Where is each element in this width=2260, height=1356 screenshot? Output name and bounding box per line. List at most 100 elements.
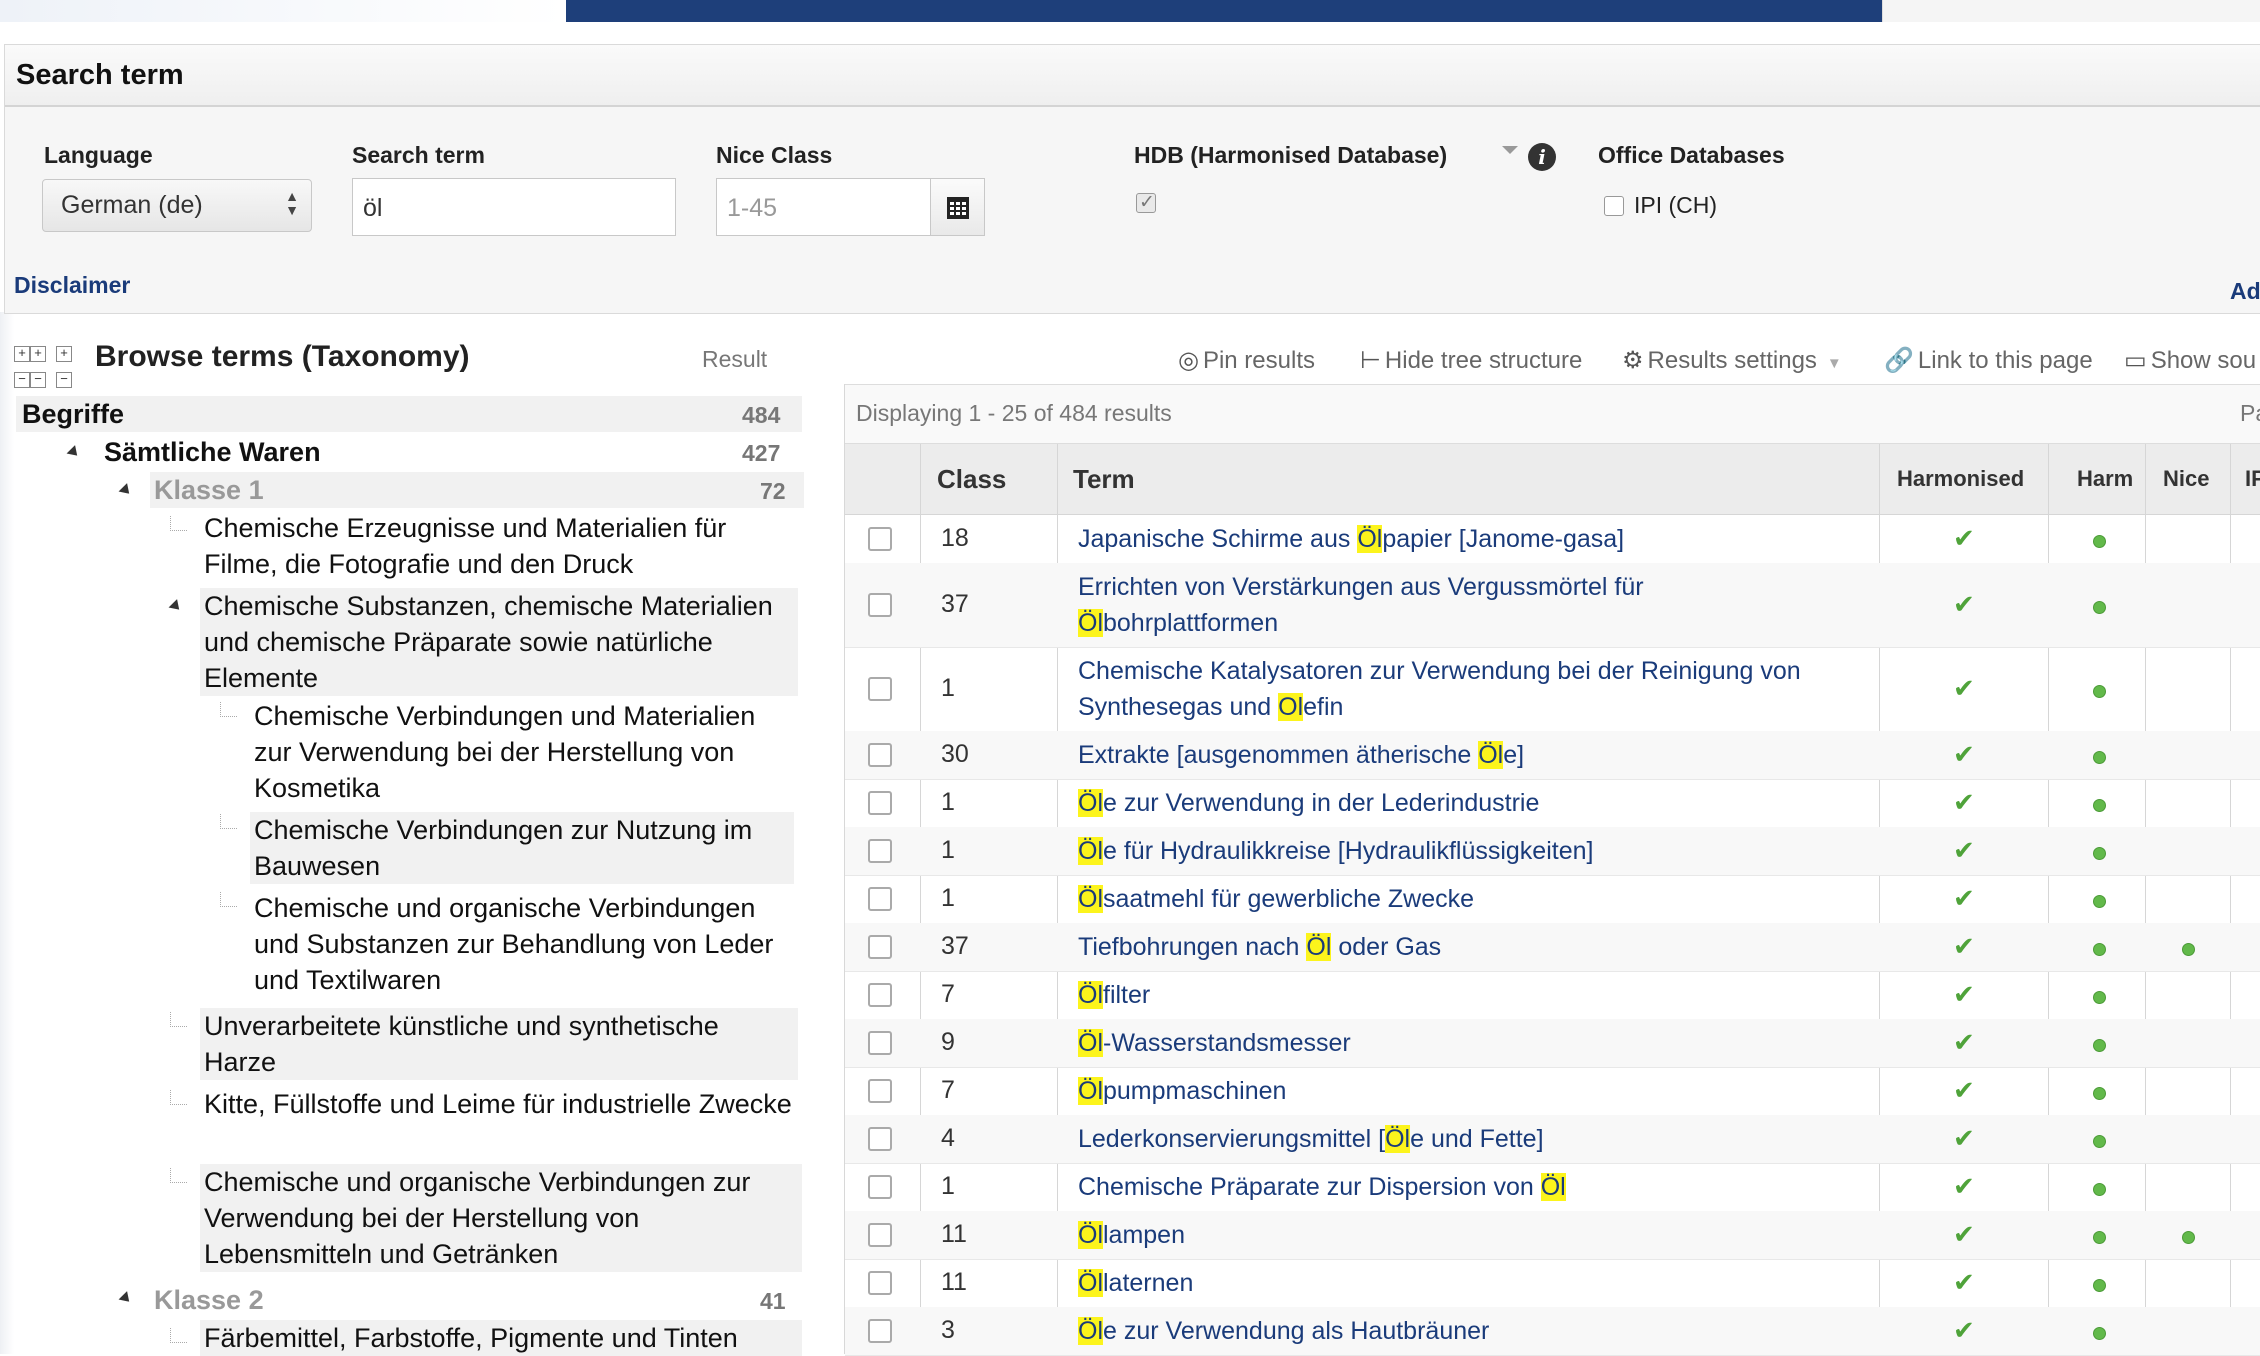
ip-column-header[interactable]: IP: [2245, 444, 2260, 514]
tree-item[interactable]: Färbemittel, Farbstoffe, Pigmente und Ti…: [200, 1320, 802, 1356]
table-row[interactable]: 3 Öle zur Verwendung als Hautbräuner ✔: [845, 1307, 2260, 1356]
harm-column-header[interactable]: Harm: [2077, 444, 2133, 514]
term-link[interactable]: Ölsaatmehl für gewerbliche Zwecke: [1078, 881, 1818, 917]
row-checkbox[interactable]: [868, 677, 892, 701]
table-row[interactable]: 1 Chemische Präparate zur Dispersion von …: [845, 1163, 2260, 1212]
harm-status-dot-icon: [2093, 535, 2106, 548]
class-column-header[interactable]: Class: [937, 444, 1006, 514]
tree-item[interactable]: Chemische und organische Verbindungen zu…: [200, 1164, 802, 1272]
term-link[interactable]: Tiefbohrungen nach Öl oder Gas: [1078, 929, 1818, 965]
tree-item[interactable]: Unverarbeitete künstliche und synthetisc…: [200, 1008, 798, 1080]
link-to-page-button[interactable]: 🔗 Link to this page: [1884, 346, 2093, 375]
expand-all-icon-2[interactable]: +: [30, 346, 46, 362]
row-checkbox[interactable]: [868, 887, 892, 911]
collapse-all-icon-2[interactable]: −: [30, 372, 46, 388]
harmonised-check-icon: ✔: [1953, 1075, 1975, 1105]
row-checkbox[interactable]: [868, 1031, 892, 1055]
term-link[interactable]: Öllampen: [1078, 1217, 1818, 1253]
nice-column-header[interactable]: Nice: [2163, 444, 2209, 514]
advanced-link[interactable]: Ad: [2230, 278, 2260, 305]
top-search-box[interactable]: [1882, 0, 2260, 22]
tree-item[interactable]: Chemische und organische Verbindungen un…: [254, 890, 794, 998]
table-row[interactable]: 9 Öl-Wasserstandsmesser ✔: [845, 1019, 2260, 1068]
tree-item[interactable]: Chemische Verbindungen zur Nutzung im Ba…: [250, 812, 794, 884]
row-checkbox[interactable]: [868, 527, 892, 551]
show-source-button[interactable]: ▭ Show sou: [2124, 346, 2256, 375]
hdb-dropdown-caret-icon[interactable]: [1502, 146, 1518, 154]
expanded-triangle-icon[interactable]: [168, 599, 184, 614]
expand-all-icon[interactable]: +: [14, 346, 30, 362]
row-checkbox[interactable]: [868, 839, 892, 863]
row-checkbox[interactable]: [868, 1127, 892, 1151]
expand-one-icon[interactable]: +: [56, 346, 72, 362]
row-checkbox[interactable]: [868, 1271, 892, 1295]
tree-item[interactable]: Chemische Substanzen, chemische Material…: [200, 588, 798, 696]
hide-tree-button[interactable]: ⊢ Hide tree structure: [1360, 346, 1582, 375]
term-link[interactable]: Japanische Schirme aus Ölpapier [Janome-…: [1078, 521, 1818, 557]
row-checkbox[interactable]: [868, 935, 892, 959]
term-link[interactable]: Ölpumpmaschinen: [1078, 1073, 1818, 1109]
language-select[interactable]: German (de) ▲ ▼: [42, 179, 312, 232]
nice-class-input[interactable]: 1-45: [716, 178, 932, 236]
info-icon[interactable]: i: [1528, 143, 1556, 171]
tree-item-label: Begriffe: [22, 399, 125, 429]
hdb-checkbox[interactable]: [1136, 191, 1156, 214]
row-checkbox[interactable]: [868, 1319, 892, 1343]
table-row[interactable]: 37 Tiefbohrungen nach Öl oder Gas ✔: [845, 923, 2260, 972]
disclaimer-link[interactable]: Disclaimer: [14, 272, 130, 299]
term-link[interactable]: Extrakte [ausgenommen ätherische Öle]: [1078, 737, 1818, 773]
row-checkbox[interactable]: [868, 743, 892, 767]
expanded-triangle-icon[interactable]: [118, 1291, 134, 1306]
table-row[interactable]: 1 Öle für Hydraulikkreise [Hydraulikflüss…: [845, 827, 2260, 876]
row-checkbox[interactable]: [868, 1175, 892, 1199]
expanded-triangle-icon[interactable]: [118, 483, 134, 498]
table-row[interactable]: 7 Ölfilter ✔: [845, 971, 2260, 1020]
tree-connector: [170, 516, 187, 531]
row-checkbox[interactable]: [868, 593, 892, 617]
pin-results-button[interactable]: ◎ Pin results: [1178, 346, 1315, 375]
tree-item-begriffe[interactable]: Begriffe: [16, 396, 802, 432]
table-row[interactable]: 11 Öllampen ✔: [845, 1211, 2260, 1260]
nice-class-picker-button[interactable]: [930, 178, 985, 236]
table-row[interactable]: 1 Öle zur Verwendung in der Lederindustri…: [845, 779, 2260, 828]
harmonised-column-header[interactable]: Harmonised: [1897, 444, 2024, 514]
term-link[interactable]: Öle für Hydraulikkreise [Hydraulikflüssi…: [1078, 833, 1818, 869]
term-link[interactable]: Öle zur Verwendung in der Lederindustrie: [1078, 785, 1818, 821]
tree-item[interactable]: Chemische Verbindungen und Materialien z…: [254, 698, 774, 806]
row-checkbox[interactable]: [868, 791, 892, 815]
term-link[interactable]: Chemische Katalysatoren zur Verwendung b…: [1078, 653, 1818, 725]
table-row[interactable]: 4 Lederkonservierungsmittel [Öle und Fett…: [845, 1115, 2260, 1164]
class-cell: 1: [941, 1172, 955, 1200]
term-link[interactable]: Öle zur Verwendung als Hautbräuner: [1078, 1313, 1818, 1349]
table-row[interactable]: 37 Errichten von Verstärkungen aus Vergus…: [845, 563, 2260, 648]
tree-item-klasse-1[interactable]: Klasse 1: [150, 472, 804, 508]
row-checkbox[interactable]: [868, 1223, 892, 1247]
row-checkbox[interactable]: [868, 983, 892, 1007]
term-link[interactable]: Ölfilter: [1078, 977, 1818, 1013]
nice-class-label: Nice Class: [716, 142, 833, 168]
ipi-ch-checkbox[interactable]: [1604, 196, 1624, 216]
term-link[interactable]: Lederkonservierungsmittel [Öle und Fette…: [1078, 1121, 1818, 1157]
tree-item-saemtliche-waren[interactable]: Sämtliche Waren: [104, 434, 321, 470]
table-row[interactable]: 1 Chemische Katalysatoren zur Verwendung …: [845, 647, 2260, 732]
term-link[interactable]: Chemische Präparate zur Dispersion von Ö…: [1078, 1169, 1818, 1205]
class-cell: 11: [941, 1268, 967, 1296]
table-row[interactable]: 11 Öllaternen ✔: [845, 1259, 2260, 1308]
table-row[interactable]: 30 Extrakte [ausgenommen ätherische Öle] ✔: [845, 731, 2260, 780]
term-column-header[interactable]: Term: [1073, 444, 1135, 514]
row-checkbox[interactable]: [868, 1079, 892, 1103]
table-row[interactable]: 18 Japanische Schirme aus Ölpapier [Janom…: [845, 515, 2260, 564]
results-settings-button[interactable]: ⚙ Results settings ▼: [1622, 346, 1846, 375]
expanded-triangle-icon[interactable]: [66, 445, 82, 460]
collapse-all-icon[interactable]: −: [14, 372, 30, 388]
tree-item[interactable]: Kitte, Füllstoffe und Leime für industri…: [204, 1086, 794, 1122]
tree-item[interactable]: Chemische Erzeugnisse und Materialien fü…: [204, 510, 794, 582]
table-row[interactable]: 1 Ölsaatmehl für gewerbliche Zwecke ✔: [845, 875, 2260, 924]
tree-item-klasse-2[interactable]: Klasse 2: [154, 1282, 264, 1318]
term-link[interactable]: Öllaternen: [1078, 1265, 1818, 1301]
term-link[interactable]: Errichten von Verstärkungen aus Vergussm…: [1078, 569, 1818, 641]
table-row[interactable]: 7 Ölpumpmaschinen ✔: [845, 1067, 2260, 1116]
term-link[interactable]: Öl-Wasserstandsmesser: [1078, 1025, 1818, 1061]
collapse-one-icon[interactable]: −: [56, 372, 72, 388]
search-term-input[interactable]: öl: [352, 178, 676, 236]
